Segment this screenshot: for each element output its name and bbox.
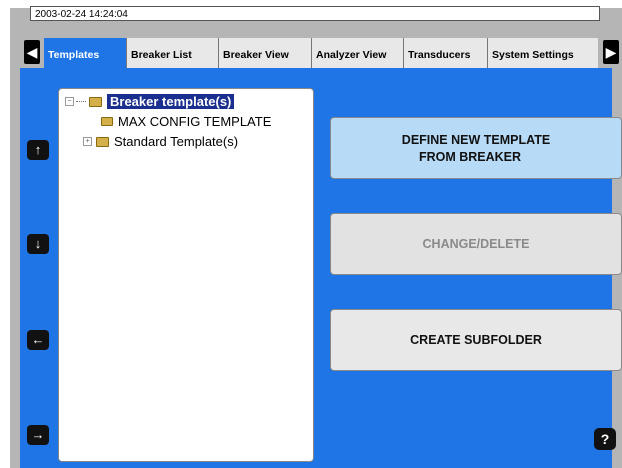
create-subfolder-button[interactable]: CREATE SUBFOLDER <box>330 309 622 371</box>
tree-item-label: Standard Template(s) <box>114 134 239 149</box>
move-down-button[interactable]: ↓ <box>27 234 49 254</box>
tab-analyzer-view[interactable]: Analyzer View <box>311 38 403 68</box>
datetime-display: 2003-02-24 14:24:04 <box>30 6 600 21</box>
collapse-button[interactable]: ← <box>27 330 49 350</box>
button-label: CHANGE/DELETE <box>422 237 530 251</box>
tree-item-max-config-template[interactable]: MAX CONFIG TEMPLATE <box>99 114 271 129</box>
tree-item-label: Breaker template(s) <box>107 94 235 109</box>
arrow-right-icon: → <box>31 427 45 442</box>
button-label-line1: DEFINE NEW TEMPLATE <box>401 132 551 147</box>
tab-templates[interactable]: Templates <box>44 38 126 68</box>
tab-scroll-right-button[interactable]: ▶ <box>603 40 619 64</box>
tree-item-standard-templates[interactable]: + Standard Template(s) <box>83 134 238 149</box>
arrow-down-icon: ↓ <box>34 236 42 251</box>
define-new-template-button[interactable]: DEFINE NEW TEMPLATE FROM BREAKER <box>330 117 622 179</box>
folder-open-icon <box>89 96 102 107</box>
tree-item-breaker-templates[interactable]: − Breaker template(s) <box>65 94 235 109</box>
move-up-button[interactable]: ↑ <box>27 140 49 160</box>
tab-transducers[interactable]: Transducers <box>403 38 487 68</box>
tree-item-label: MAX CONFIG TEMPLATE <box>118 114 272 129</box>
tree-connector <box>76 101 86 102</box>
arrow-right-icon: ▶ <box>605 44 617 60</box>
arrow-up-icon: ↑ <box>34 142 42 157</box>
help-icon: ? <box>600 431 610 447</box>
template-file-icon <box>101 117 113 126</box>
tab-scroll-left-button[interactable]: ◀ <box>24 40 40 64</box>
tab-bar: Templates Breaker List Breaker View Anal… <box>44 38 598 68</box>
arrow-left-icon: ◀ <box>26 44 38 60</box>
collapse-icon[interactable]: − <box>65 97 74 106</box>
arrow-left-icon: ← <box>31 332 45 347</box>
button-label-line2: FROM BREAKER <box>418 149 522 164</box>
folder-icon <box>96 136 109 147</box>
template-tree[interactable]: − Breaker template(s) MAX CONFIG TEMPLAT… <box>58 88 314 462</box>
tab-system-settings[interactable]: System Settings <box>487 38 598 68</box>
tab-breaker-view[interactable]: Breaker View <box>218 38 311 68</box>
tab-breaker-list[interactable]: Breaker List <box>126 38 218 68</box>
expand-icon[interactable]: + <box>83 137 92 146</box>
help-button[interactable]: ? <box>594 428 616 450</box>
expand-button[interactable]: → <box>27 425 49 445</box>
button-label: CREATE SUBFOLDER <box>410 333 542 347</box>
change-delete-button[interactable]: CHANGE/DELETE <box>330 213 622 275</box>
